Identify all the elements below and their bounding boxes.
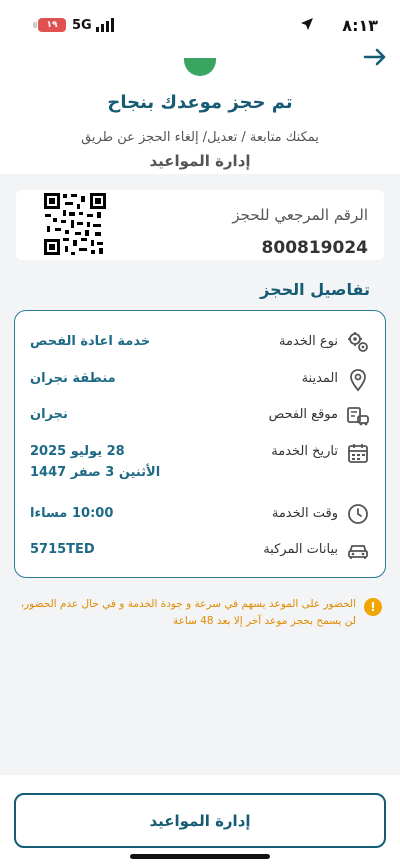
reference-label: الرقم المرجعي للحجز xyxy=(232,206,368,224)
warning-icon: ! xyxy=(364,598,382,616)
battery-indicator: ١٩ xyxy=(38,18,66,32)
battery-tip xyxy=(33,22,37,28)
location-arrow-icon xyxy=(301,18,313,30)
qr-code-icon xyxy=(43,192,107,256)
attendance-notice: الحضور على الموعد يسهم في سرعة و جودة ال… xyxy=(20,598,356,627)
inspection-location-value: نجران xyxy=(30,407,68,422)
vehicle-value: 5715TED xyxy=(30,542,95,557)
service-date-value: 28 يوليو 2025 xyxy=(30,444,125,459)
back-arrow-icon[interactable] xyxy=(362,44,388,70)
service-time-label: وقت الخدمة xyxy=(271,506,338,521)
service-time-period: مساءا xyxy=(30,506,68,521)
subtitle: يمكنك متابعة / تعديل/ إلغاء الحجز عن طري… xyxy=(81,130,319,145)
manage-appointments-hint: إدارة المواعيد xyxy=(149,152,251,170)
signal-icon xyxy=(96,18,114,32)
booking-details-title: تفاصيل الحجز xyxy=(260,280,370,299)
reference-number: 800819024 xyxy=(261,238,368,258)
calendar-icon xyxy=(348,444,368,463)
home-indicator xyxy=(130,854,270,859)
location-pin-icon xyxy=(350,369,366,392)
city-value: منطقة نجران xyxy=(30,371,116,386)
network-label: 5G xyxy=(72,18,92,33)
car-icon xyxy=(348,545,368,559)
city-label: المدينة xyxy=(301,371,338,386)
inspection-location-label: موقع الفحص xyxy=(268,407,338,422)
service-type-label: نوع الخدمة xyxy=(279,334,338,349)
manage-appointments-button[interactable]: إدارة المواعيد xyxy=(14,793,386,848)
service-date-label: تاريخ الخدمة xyxy=(271,444,338,459)
status-bar: ١٩ 5G ٨:١٣ xyxy=(0,0,400,44)
vehicle-label: بيانات المركبة xyxy=(263,542,338,557)
service-time-value: 10:00 xyxy=(72,506,114,521)
clock-icon xyxy=(348,504,368,524)
inspection-site-icon xyxy=(347,407,369,426)
status-time: ٨:١٣ xyxy=(342,16,378,35)
service-date-hijri: الأثنين 3 صفر 1447 xyxy=(30,465,161,480)
service-type-value: خدمة اعادة الفحص xyxy=(30,334,151,349)
success-check-icon xyxy=(184,58,216,80)
page-title: تم حجز موعدك بنجاح xyxy=(107,92,293,113)
gears-icon xyxy=(348,332,368,352)
